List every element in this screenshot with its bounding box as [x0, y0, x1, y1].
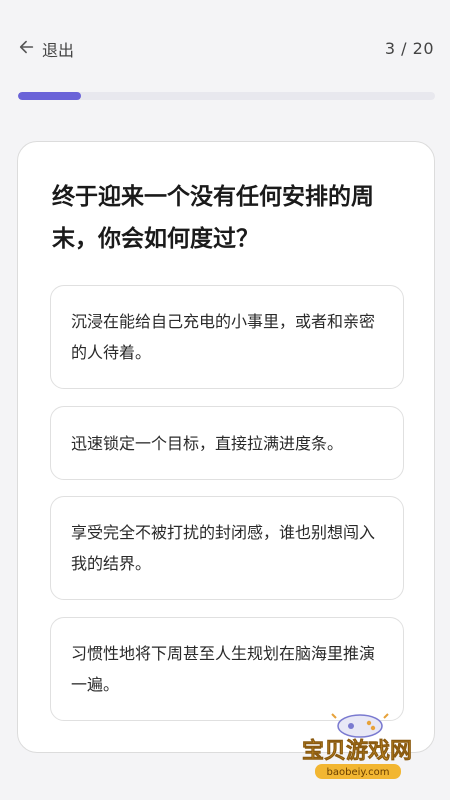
- top-bar: 退出 3 / 20: [0, 0, 450, 100]
- svg-text:宝贝游戏网: 宝贝游戏网: [302, 738, 412, 764]
- gamepad-logo-icon: 宝贝游戏网 baobeiy.com: [302, 713, 412, 779]
- option-4[interactable]: 习惯性地将下周甚至人生规划在脑海里推演一遍。: [50, 617, 404, 721]
- option-1[interactable]: 沉浸在能给自己充电的小事里，或者和亲密的人待着。: [50, 285, 404, 389]
- arrow-left-icon: [18, 38, 36, 60]
- progress-bar: [18, 92, 435, 100]
- option-text: 享受完全不被打扰的封闭感，谁也别想闯入我的结界。: [71, 523, 376, 573]
- watermark-logo: 宝贝游戏网 baobeiy.com: [282, 712, 432, 782]
- progress-fill: [18, 92, 81, 100]
- exit-label: 退出: [42, 41, 75, 60]
- option-text: 迅速锁定一个目标，直接拉满进度条。: [71, 433, 344, 453]
- svg-text:baobeiy.com: baobeiy.com: [327, 767, 390, 778]
- option-text: 沉浸在能给自己充电的小事里，或者和亲密的人待着。: [71, 312, 376, 362]
- question-counter: 3 / 20: [384, 39, 434, 58]
- option-2[interactable]: 迅速锁定一个目标，直接拉满进度条。: [50, 406, 404, 480]
- question-title: 终于迎来一个没有任何安排的周末，你会如何度过？: [52, 184, 374, 252]
- option-text: 习惯性地将下周甚至人生规划在脑海里推演一遍。: [71, 644, 376, 694]
- option-3[interactable]: 享受完全不被打扰的封闭感，谁也别想闯入我的结界。: [50, 496, 404, 600]
- question-card: 终于迎来一个没有任何安排的周末，你会如何度过？ 沉浸在能给自己充电的小事里，或者…: [17, 141, 435, 753]
- exit-button[interactable]: 退出: [18, 38, 74, 60]
